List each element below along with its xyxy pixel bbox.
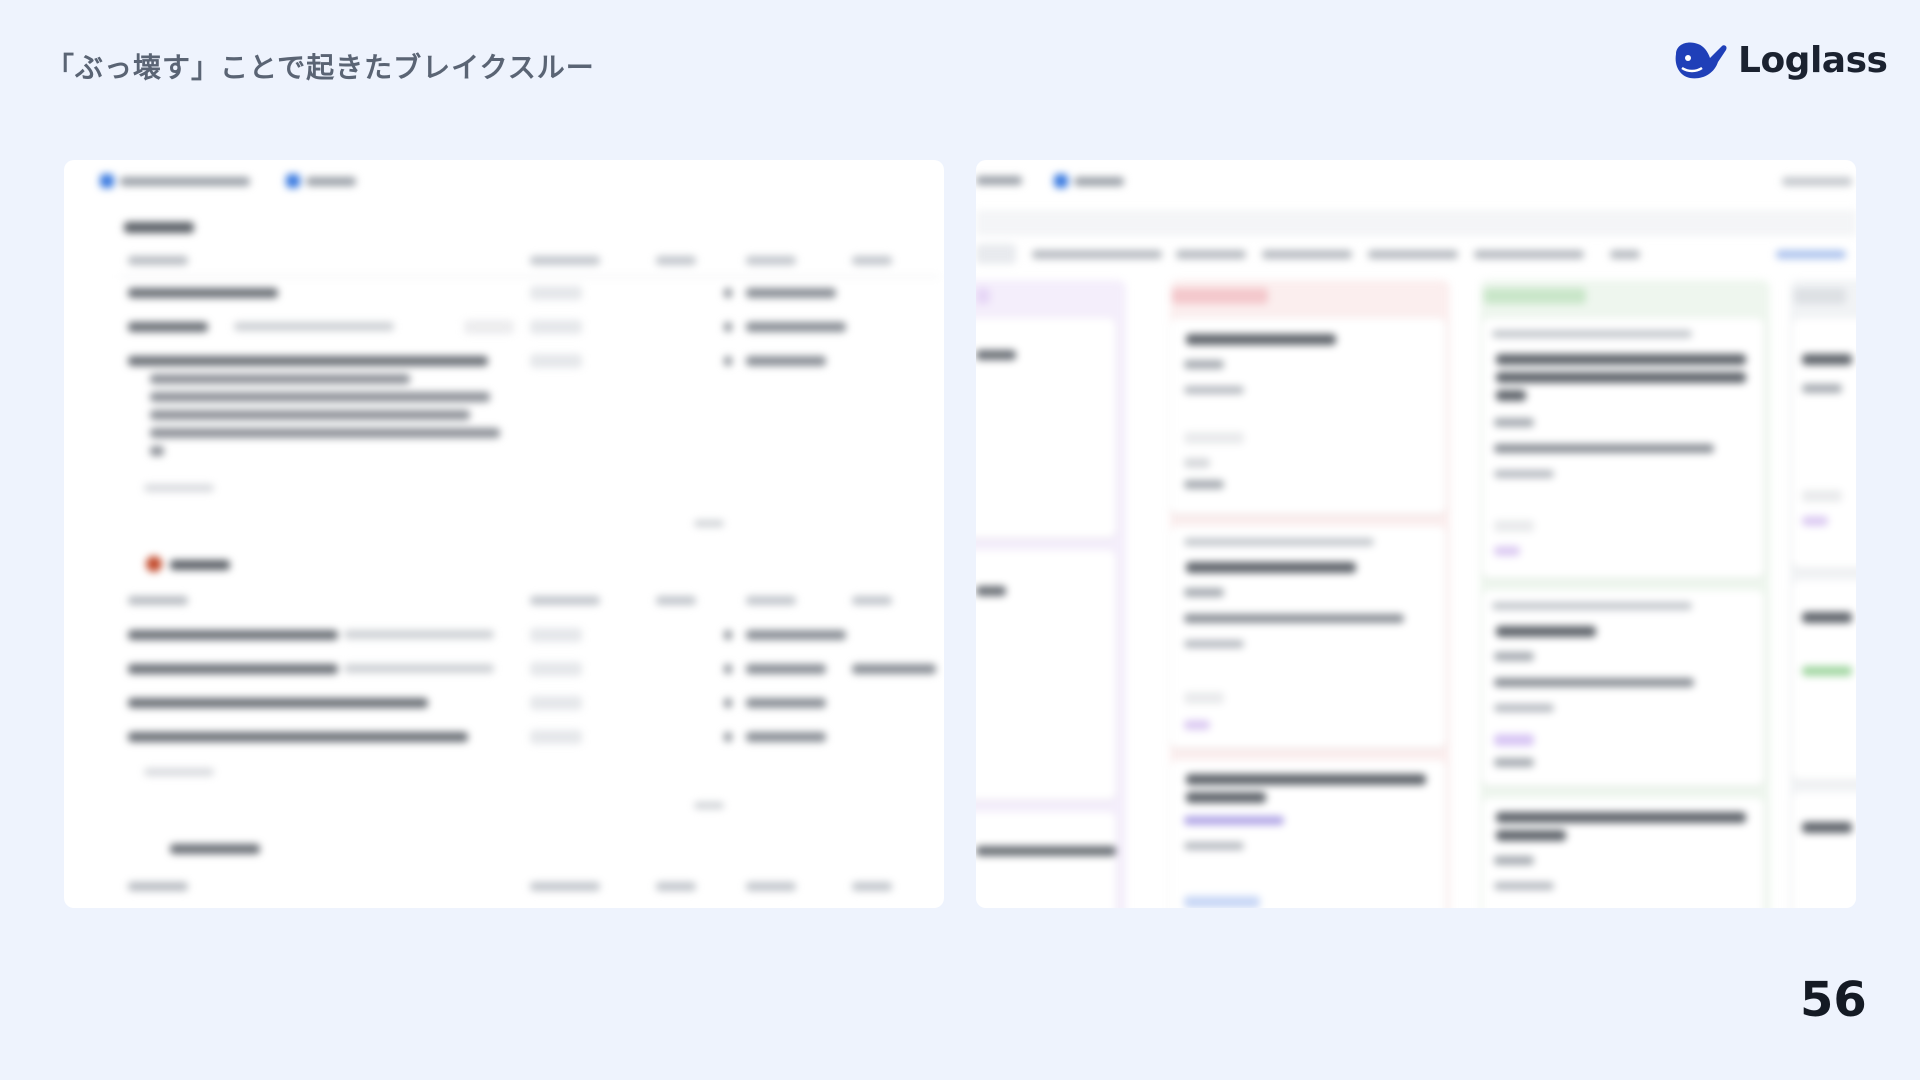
page-number: 56 — [1800, 972, 1867, 1028]
slide-title: 「ぶっ壊す」ことで起きたブレイクスルー — [46, 51, 595, 84]
loglass-logo: Loglass — [1670, 36, 1888, 84]
whale-icon — [1675, 42, 1727, 79]
logo-text: Loglass — [1738, 39, 1888, 81]
table-screenshot — [64, 160, 944, 908]
kanban-screenshot — [976, 160, 1856, 908]
blurred-table-content — [64, 160, 944, 908]
blurred-kanban-content — [976, 160, 1856, 908]
